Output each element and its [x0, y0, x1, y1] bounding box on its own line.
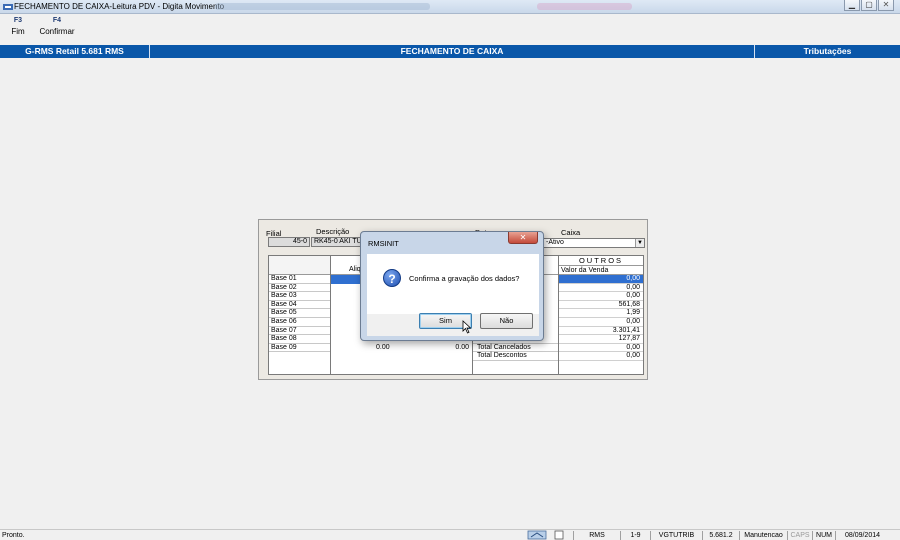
descricao-label: Descrição — [316, 227, 350, 236]
nao-button[interactable]: Não — [480, 313, 533, 329]
table-row[interactable]: Base 08 — [269, 335, 330, 344]
table-row[interactable]: Base 01 — [269, 275, 330, 284]
caixa-label: Caixa — [561, 228, 581, 237]
outros-cell[interactable]: 3.301,41 — [559, 327, 643, 336]
base09-aliq: 0.00 — [376, 343, 390, 351]
outros-header: OUTROS — [559, 256, 643, 266]
status-range: 1-9 — [620, 531, 650, 540]
function-key-toolbar: F3 Fim F4 Confirmar — [0, 16, 900, 42]
base09-valor: 0.00 — [455, 343, 469, 351]
valor-venda-header: Valor da Venda — [559, 266, 643, 275]
table-row[interactable]: Base 06 — [269, 318, 330, 327]
app-icon — [3, 4, 13, 10]
outros-cell[interactable]: 0,00 — [559, 344, 643, 353]
title-blur — [215, 3, 430, 10]
status-program: VGTUTRIB — [650, 531, 702, 540]
outros-cell[interactable]: 0,00 — [559, 292, 643, 301]
header-tributacoes[interactable]: Tributações — [755, 45, 900, 58]
window-controls: ▁ ▢ ✕ — [844, 0, 894, 11]
table-row[interactable]: Base 02 — [269, 284, 330, 293]
table-row[interactable]: Base 09 — [269, 344, 330, 353]
table-row[interactable]: Base 03 — [269, 292, 330, 301]
filial-field[interactable]: 45-0 — [268, 237, 310, 247]
dialog-close-button[interactable]: ✕ — [508, 232, 538, 244]
outros-cell[interactable]: 0,00 — [559, 352, 643, 361]
total-cancelados-label: Total Cancelados — [473, 344, 558, 353]
outros-cell[interactable]: 1,99 — [559, 309, 643, 318]
table-row[interactable]: Base 07 — [269, 327, 330, 336]
bases-header — [269, 256, 330, 275]
header-app-name: G-RMS Retail 5.681 RMS — [0, 45, 150, 58]
f4-key: F4 — [52, 17, 62, 24]
table-row[interactable]: Base 04 — [269, 301, 330, 310]
outros-cell[interactable]: 0,00 — [559, 318, 643, 327]
bases-column: Base 01 Base 02 Base 03 Base 04 Base 05 … — [269, 256, 331, 374]
outros-column: OUTROS Valor da Venda 0,00 0,00 0,00 561… — [559, 256, 643, 374]
outros-cell[interactable]: 0,00 — [559, 275, 643, 284]
status-num: NUM — [812, 531, 835, 540]
total-descontos-label: Total Descontos — [473, 352, 558, 361]
dialog-body: ? Confirma a gravação dos dados? — [367, 254, 539, 314]
status-text: Pronto. — [2, 532, 25, 539]
mouse-cursor-icon — [462, 320, 472, 334]
dialog-message: Confirma a gravação dos dados? — [409, 274, 520, 283]
f4-confirmar-button[interactable]: F4 Confirmar — [39, 16, 75, 37]
window-title: FECHAMENTO DE CAIXA-Leitura PDV - Digita… — [14, 2, 225, 11]
status-date: 08/09/2014 — [835, 531, 889, 540]
status-bar: Pronto. RMS 1-9 VGTUTRIB 5.681.2 Manuten… — [0, 529, 900, 540]
title-bar: FECHAMENTO DE CAIXA-Leitura PDV - Digita… — [0, 0, 900, 14]
document-icon — [554, 530, 564, 540]
question-icon: ? — [383, 269, 401, 287]
chevron-down-icon[interactable]: ▼ — [635, 239, 644, 247]
f3-key: F3 — [13, 17, 23, 24]
dialog-title: RMSINIT — [368, 239, 399, 248]
outros-cell[interactable]: 0,00 — [559, 284, 643, 293]
outros-cell[interactable]: 127,87 — [559, 335, 643, 344]
maximize-button[interactable]: ▢ — [861, 0, 877, 11]
outros-cell[interactable]: 561,68 — [559, 301, 643, 310]
title-blur — [537, 3, 632, 10]
caixa-combo-value: -Ativo — [546, 239, 564, 246]
confirm-dialog: RMSINIT ✕ ? Confirma a gravação dos dado… — [360, 231, 544, 341]
status-user: RMS — [573, 531, 620, 540]
status-version: 5.681.2 — [702, 531, 739, 540]
aliq-label: Aliq — [349, 266, 361, 273]
status-caps: CAPS — [787, 531, 812, 540]
caixa-combo[interactable]: -Ativo ▼ — [543, 238, 645, 248]
table-row[interactable]: Base 05 — [269, 309, 330, 318]
status-mode: Manutencao — [739, 531, 787, 540]
header-screen-title: FECHAMENTO DE CAIXA — [150, 45, 755, 58]
header-bar: G-RMS Retail 5.681 RMS FECHAMENTO DE CAI… — [0, 45, 900, 58]
value-row[interactable]: 0.00 0.00 — [331, 344, 472, 353]
f3-fim-button[interactable]: F3 Fim — [10, 16, 26, 37]
close-button[interactable]: ✕ — [878, 0, 894, 11]
minimize-button[interactable]: ▁ — [844, 0, 860, 11]
f4-label: Confirmar — [39, 27, 75, 36]
f3-label: Fim — [11, 27, 25, 36]
network-icon — [527, 530, 547, 540]
